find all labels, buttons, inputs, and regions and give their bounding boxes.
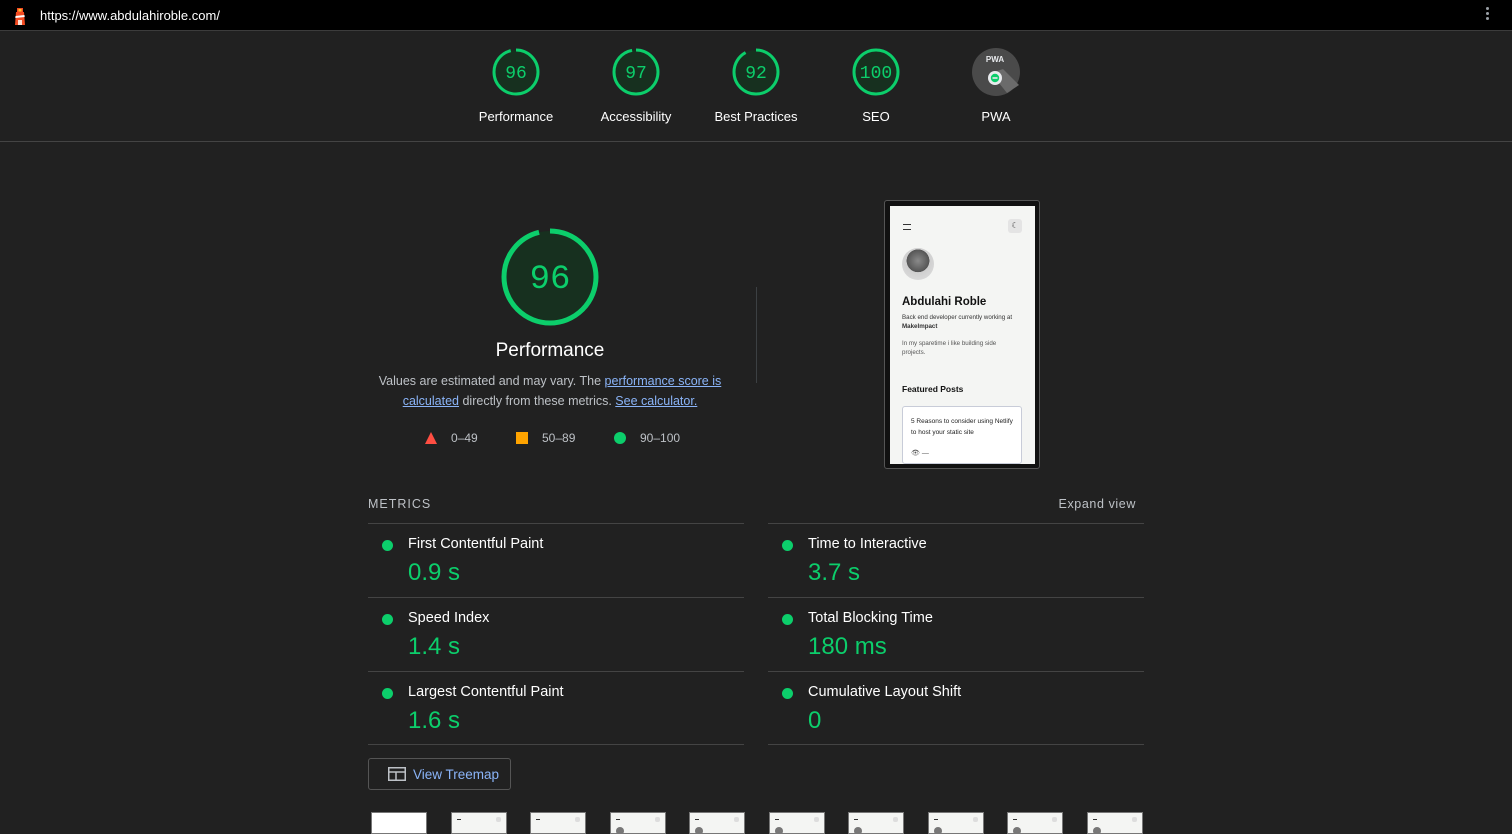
score-gauge: 96 [492,48,540,96]
score-gauge: 97 [612,48,660,96]
performance-title: Performance [495,340,605,361]
more-options-icon[interactable] [1482,6,1492,26]
pass-indicator-icon [782,614,793,625]
gauge-label: Performance [478,109,554,124]
metric-name: First Contentful Paint [408,536,544,552]
final-screenshot[interactable]: ☾ Abdulahi Roble Back end developer curr… [884,200,1040,469]
square-icon [516,432,528,444]
metric-value: 180 ms [808,633,887,660]
pwa-badge-text: PWA [986,55,1004,64]
filmstrip-frame[interactable] [689,812,745,834]
metric-total-blocking-time: Total Blocking Time 180 ms [768,597,1144,671]
gauge-seo[interactable]: 100 SEO [816,47,936,147]
divider [756,287,757,383]
hamburger-icon [903,224,911,230]
metric-value: 1.4 s [408,633,461,660]
gauge-label: Best Practices [714,109,798,124]
pass-indicator-icon [782,540,793,551]
metric-name: Time to Interactive [808,536,927,552]
metric-name: Cumulative Layout Shift [808,684,962,700]
post-card: 5 Reasons to consider using Netlify to h… [902,406,1022,464]
see-calculator-link[interactable]: See calculator. [615,394,697,408]
metric-value: 0 [808,707,822,734]
desc-text: Values are estimated and may vary. The [378,374,605,388]
performance-score: 96 [530,261,571,299]
triangle-icon [425,432,437,444]
metric-time-to-interactive: Time to Interactive 3.7 s [768,523,1144,597]
avatar [902,248,934,280]
gauge-performance[interactable]: 96 Performance [456,47,576,147]
screenshot-page: ☾ Abdulahi Roble Back end developer curr… [890,206,1035,464]
gauge-score: 96 [505,64,527,84]
pass-indicator-icon [382,688,393,699]
profile-bio: Back end developer currently working at … [902,314,1013,330]
filmstrip-frame[interactable] [610,812,666,834]
lighthouse-icon [15,8,25,25]
view-treemap-label: View Treemap [413,767,500,782]
pass-indicator-icon [782,688,793,699]
gauge-score: 97 [625,64,647,84]
score-gauge: 92 [732,48,780,96]
legend-range: 0–49 [451,431,478,445]
metric-value: 0.9 s [408,559,461,586]
legend-range: 90–100 [640,431,681,445]
metric-first-contentful-paint: First Contentful Paint 0.9 s [368,523,744,597]
gauge-score: 100 [860,64,892,84]
profile-name: Abdulahi Roble [902,296,987,308]
filmstrip-frame[interactable] [1007,812,1063,834]
performance-description: Values are estimated and may vary. The p… [370,371,730,411]
metric-value: 1.6 s [408,707,461,734]
metric-cumulative-layout-shift: Cumulative Layout Shift 0 [768,671,1144,745]
metric-name: Largest Contentful Paint [408,684,564,700]
filmstrip-frame[interactable] [769,812,825,834]
pass-indicator-icon [382,540,393,551]
divider [368,744,744,745]
filmstrip-frame[interactable] [848,812,904,834]
eye-icon: 👁 — [911,450,929,457]
metric-speed-index: Speed Index 1.4 s [368,597,744,671]
circle-icon [614,432,626,444]
gauge-accessibility[interactable]: 97 Accessibility [576,47,696,147]
filmstrip-frame[interactable] [530,812,586,834]
pass-indicator-icon [382,614,393,625]
gauge-label: Accessibility [600,109,672,124]
desc-text: directly from these metrics. [459,394,616,408]
divider [768,744,1144,745]
score-gauge: 100 [852,48,900,96]
gauge-best-practices[interactable]: 92 Best Practices [696,47,816,147]
filmstrip-frame[interactable] [928,812,984,834]
metric-name: Total Blocking Time [808,610,933,626]
gauge-label: PWA [981,109,1011,124]
gauge-pwa[interactable]: PWA PWA [936,47,1056,147]
filmstrip-frame[interactable] [371,812,427,834]
treemap-icon [388,767,406,781]
legend-range: 50–89 [542,431,576,445]
metric-value: 3.7 s [808,559,861,586]
filmstrip-frame[interactable] [451,812,507,834]
view-treemap-button[interactable]: View Treemap [368,758,511,790]
metrics-heading: METRICS [368,497,432,511]
performance-gauge: 96 [501,228,599,326]
pwa-badge-icon: PWA [972,48,1020,96]
category-summary: 96 Performance 97 Accessibility 92 Best … [0,31,1512,142]
expand-view-toggle[interactable]: Expand view [1040,497,1136,511]
post-title: 5 Reasons to consider using Netlify to h… [911,418,1013,436]
filmstrip-frame[interactable] [1087,812,1143,834]
gauge-score: 92 [745,64,767,84]
metric-name: Speed Index [408,610,490,626]
profile-bio-secondary: In my sparetime i like building side pro… [902,340,997,356]
top-bar: https://www.abdulahiroble.com/ [0,0,1512,31]
metric-largest-contentful-paint: Largest Contentful Paint 1.6 s [368,671,744,745]
moon-icon: ☾ [1008,219,1022,233]
gauge-label: SEO [862,109,890,124]
page-url: https://www.abdulahiroble.com/ [40,8,220,23]
featured-posts-heading: Featured Posts [902,384,964,394]
